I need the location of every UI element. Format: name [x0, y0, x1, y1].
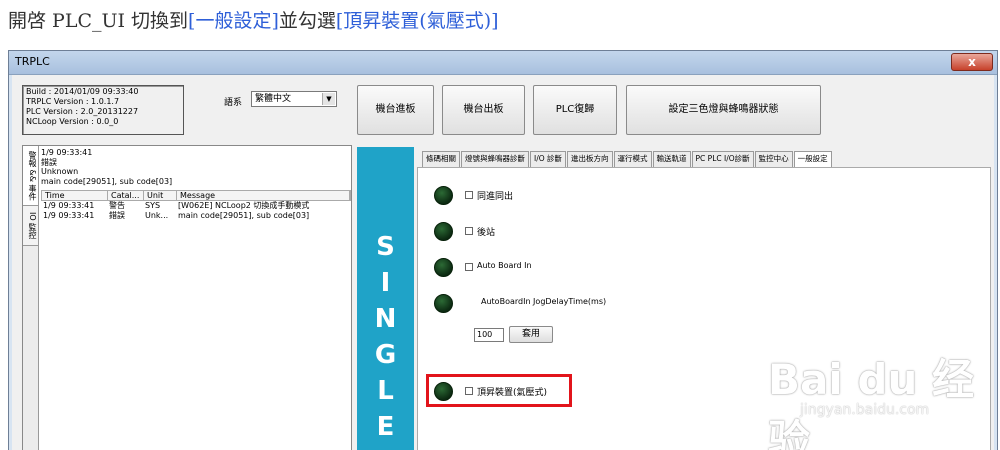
- tab-monitor-center[interactable]: 監控中心: [754, 151, 793, 167]
- board-in-button[interactable]: 機台進板: [357, 85, 434, 135]
- status-led-icon: [434, 258, 453, 277]
- tab-io-monitor[interactable]: IO 監控: [23, 206, 38, 246]
- window-title: TRPLC: [15, 55, 50, 68]
- auto-board-in-checkbox[interactable]: [465, 263, 473, 271]
- board-out-button[interactable]: 機台出板: [442, 85, 525, 135]
- baidu-watermark-logo: Bai du 经验: [768, 355, 974, 450]
- baidu-watermark-url: jingyan.baidu.com: [800, 402, 930, 418]
- tab-barcode[interactable]: 條碼相關: [422, 151, 460, 167]
- title-bar[interactable]: TRPLC x: [9, 51, 997, 75]
- settings-tab-bar: 條碼相關 燈號與蜂鳴器診斷 I/O 診斷 進出板方向 運行模式 輸送軌道 PC …: [422, 151, 833, 167]
- alarm-level: 錯誤: [41, 157, 57, 167]
- status-led-icon: [434, 186, 453, 205]
- cell-unit: SYS: [145, 201, 161, 210]
- table-row[interactable]: 1/9 09:33:41 警告 SYS [W062E] NCLoop2 切換成手…: [41, 201, 351, 211]
- alarm-code: main code[29051], sub code[03]: [41, 176, 173, 186]
- dropdown-arrow-icon[interactable]: ▼: [322, 93, 335, 105]
- cell-message: [W062E] NCLoop2 切換成手動模式: [178, 201, 310, 210]
- table-row[interactable]: 1/9 09:33:41 錯誤 Unk... main code[29051],…: [41, 211, 351, 221]
- alarm-time: 1/9 09:33:41: [41, 148, 93, 157]
- tab-alarm-events[interactable]: 警報 && 事件: [23, 146, 38, 206]
- close-button[interactable]: x: [951, 53, 993, 71]
- tab-board-direction[interactable]: 進出板方向: [567, 151, 613, 167]
- single-mode-banner: S I N G L E: [357, 147, 414, 450]
- language-select[interactable]: 繁體中文 ▼: [251, 91, 337, 107]
- plc-version-text: PLC Version : 2.0_20131227: [26, 107, 139, 116]
- build-text: Build : 2014/01/09 09:33:40: [26, 87, 139, 96]
- trplc-version-text: TRPLC Version : 1.0.1.7: [26, 97, 120, 106]
- rear-station-label: 後站: [477, 228, 496, 238]
- highlight-box: [426, 374, 572, 407]
- caption-middle: 並勾選: [278, 10, 336, 32]
- cell-unit: Unk...: [145, 211, 169, 220]
- version-info-box: Build : 2014/01/09 09:33:40 TRPLC Versio…: [22, 85, 184, 135]
- cell-message: main code[29051], sub code[03]: [178, 211, 310, 220]
- jog-delay-input[interactable]: 100: [474, 328, 504, 342]
- cell-category: 警告: [109, 201, 125, 210]
- same-in-out-label: 同進同出: [477, 192, 514, 202]
- ncloop-version-text: NCLoop Version : 0.0_0: [26, 117, 119, 126]
- tab-conveyor[interactable]: 輸送軌道: [652, 151, 691, 167]
- language-value: 繁體中文: [255, 94, 292, 104]
- tab-pc-plc-io[interactable]: PC PLC I/O診斷: [691, 151, 754, 167]
- cell-time: 1/9 09:33:41: [43, 211, 95, 220]
- auto-board-in-label: Auto Board In: [477, 261, 532, 270]
- tab-io-diag[interactable]: I/O 診斷: [530, 151, 567, 167]
- current-alarm: 1/9 09:33:41 錯誤 Unknown main code[29051]…: [41, 148, 172, 186]
- caption-item-link[interactable]: [頂昇裝置(氣壓式)]: [336, 10, 499, 32]
- cell-time: 1/9 09:33:41: [43, 201, 95, 210]
- rear-station-checkbox[interactable]: [465, 227, 473, 235]
- mode-letter: E: [376, 412, 395, 442]
- event-panel: 警報 && 事件 IO 監控 1/9 09:33:41 錯誤 Unknown m…: [22, 145, 352, 450]
- column-header-message[interactable]: Message: [177, 191, 350, 200]
- event-log-table: Time Catal... Unit Message 1/9 09:33:41 …: [41, 190, 351, 221]
- mode-letter: I: [380, 268, 391, 298]
- column-header-category[interactable]: Catal...: [108, 191, 144, 200]
- status-led-icon: [434, 294, 453, 313]
- tab-general-settings[interactable]: 一般設定: [793, 151, 832, 167]
- column-header-unit[interactable]: Unit: [144, 191, 177, 200]
- alarm-status: Unknown: [41, 167, 79, 176]
- caption-tab-link[interactable]: [一般設定]: [188, 10, 279, 32]
- apply-button[interactable]: 套用: [509, 326, 553, 343]
- vertical-tab-strip: 警報 && 事件 IO 監控: [23, 146, 39, 450]
- article-caption: 開啓 PLC_UI 切換到[一般設定]並勾選[頂昇裝置(氣壓式)]: [8, 6, 499, 36]
- caption-prefix: 開啓 PLC_UI 切換到: [8, 10, 189, 32]
- mode-letter: N: [374, 304, 397, 334]
- tab-light-buzzer[interactable]: 燈號與蜂鳴器診斷: [461, 151, 529, 167]
- jog-delay-label: AutoBoardIn JogDelayTime(ms): [481, 297, 607, 306]
- tab-run-mode[interactable]: 運行模式: [613, 151, 652, 167]
- mode-letter: S: [376, 232, 395, 262]
- tower-light-button[interactable]: 設定三色燈與蜂鳴器狀態: [626, 85, 821, 135]
- column-header-time[interactable]: Time: [42, 191, 108, 200]
- table-header: Time Catal... Unit Message: [41, 190, 351, 201]
- same-in-out-checkbox[interactable]: [465, 191, 473, 199]
- cell-category: 錯誤: [109, 211, 125, 220]
- mode-letter: G: [374, 340, 397, 370]
- language-label: 語系: [224, 98, 243, 108]
- status-led-icon: [434, 222, 453, 241]
- plc-reset-button[interactable]: PLC復歸: [533, 85, 617, 135]
- mode-letter: L: [377, 376, 394, 406]
